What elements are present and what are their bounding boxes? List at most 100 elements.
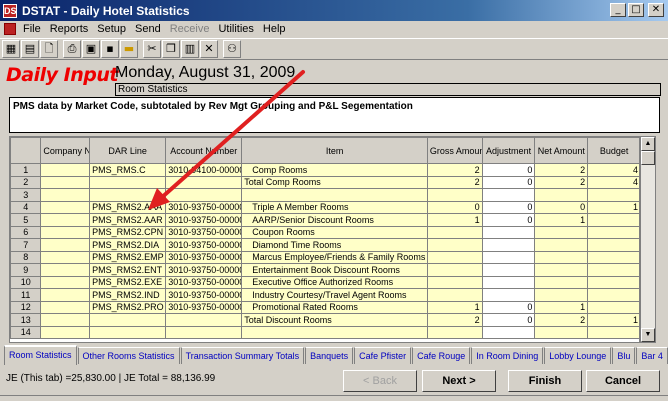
cell-budget[interactable] (587, 188, 639, 202)
cell-net[interactable]: 1 (534, 213, 589, 227)
cell-company[interactable] (40, 250, 91, 264)
tab-lobby-lounge[interactable]: Lobby Lounge (544, 347, 612, 364)
tab-bar-4[interactable]: Bar 4 (636, 347, 668, 364)
menu-file[interactable]: File (20, 23, 47, 35)
cell-dar-line[interactable]: PMS_RMS2.EXE (89, 275, 167, 289)
cell-item[interactable]: Diamond Time Rooms (241, 238, 428, 252)
cell-dar-line[interactable]: PMS_RMS.C (89, 163, 167, 177)
close-button[interactable]: ✕ (648, 3, 664, 17)
cell-company[interactable] (40, 238, 91, 252)
cell-item[interactable]: Triple A Member Rooms (241, 200, 428, 214)
cell-budget[interactable]: 1 (587, 313, 639, 327)
cell-account[interactable] (165, 188, 243, 202)
cell-dar-line[interactable]: PMS_RMS2.EMP (89, 250, 167, 264)
cell-gross[interactable] (426, 250, 483, 264)
cell-adjustment[interactable] (481, 188, 536, 202)
cell-company[interactable] (40, 275, 91, 289)
cell-company[interactable] (40, 325, 91, 339)
cell-company[interactable] (40, 300, 91, 314)
cell-adjustment[interactable]: 0 (481, 175, 536, 189)
cell-budget[interactable] (587, 213, 639, 227)
table-row[interactable]: 12 PMS_RMS2.PRO 3010-93750-00000 Promotiona… (10, 300, 639, 314)
cell-net[interactable]: 2 (534, 175, 589, 189)
cell-item[interactable]: Total Comp Rooms (241, 175, 428, 189)
cell-budget[interactable]: 4 (587, 163, 639, 177)
menu-reports[interactable]: Reports (47, 23, 95, 35)
highlight-icon[interactable]: ▬ (120, 40, 138, 58)
cell-dar-line[interactable] (89, 325, 167, 339)
menu-setup[interactable]: Setup (94, 23, 132, 35)
cell-adjustment[interactable]: 0 (481, 200, 536, 214)
table-row[interactable]: 3 (10, 188, 639, 202)
cell-net[interactable] (534, 263, 589, 277)
finish-button[interactable]: Finish (508, 370, 582, 392)
scissors-icon[interactable]: ✂ (143, 40, 161, 58)
disk-icon[interactable]: ▣ (82, 40, 100, 58)
paste-icon[interactable]: ▥ (181, 40, 199, 58)
table-row[interactable]: 9 PMS_RMS2.ENT 3010-93750-00000 Entertainme… (10, 263, 639, 277)
cell-company[interactable] (40, 188, 91, 202)
column-header-gross[interactable]: Gross Amount (426, 137, 483, 164)
new-document-icon[interactable]: 🗋 (40, 40, 58, 58)
cell-adjustment[interactable]: 0 (481, 313, 536, 327)
menu-utilities[interactable]: Utilities (215, 23, 259, 35)
cell-company[interactable] (40, 225, 91, 239)
cell-adjustment[interactable]: 0 (481, 213, 536, 227)
cell-net[interactable]: 2 (534, 163, 589, 177)
cell-gross[interactable] (426, 263, 483, 277)
cell-item[interactable]: Coupon Rooms (241, 225, 428, 239)
cell-dar-line[interactable]: PMS_RMS2.AAA (89, 200, 167, 214)
cell-budget[interactable] (587, 300, 639, 314)
cell-account[interactable]: 3010-93750-00000 (165, 213, 243, 227)
tab-in-room-dining[interactable]: In Room Dining (471, 347, 544, 364)
menu-help[interactable]: Help (260, 23, 292, 35)
column-header-net[interactable]: Net Amount (534, 137, 589, 164)
column-header-budget[interactable]: Budget (587, 137, 639, 164)
tab-room-statistics[interactable]: Room Statistics (4, 345, 77, 365)
menu-send[interactable]: Send (132, 23, 167, 35)
app-menu-icon[interactable] (4, 23, 16, 35)
cell-item[interactable]: Industry Courtesy/Travel Agent Rooms (241, 288, 428, 302)
grid-icon[interactable]: ▦ (2, 40, 20, 58)
cell-item[interactable]: Entertainment Book Discount Rooms (241, 263, 428, 277)
cell-net[interactable] (534, 325, 589, 339)
save-icon[interactable]: ▪ (101, 40, 119, 58)
tab-banquets[interactable]: Banquets (305, 347, 354, 364)
cell-adjustment[interactable] (481, 238, 536, 252)
column-header-item[interactable]: Item (241, 137, 428, 164)
table-row[interactable]: 10 PMS_RMS2.EXE 3010-93750-00000 Executive … (10, 275, 639, 289)
cell-gross[interactable] (426, 275, 483, 289)
column-header-adjustment[interactable]: Adjustment (481, 137, 536, 164)
tab-other-rooms-statistics[interactable]: Other Rooms Statistics (77, 347, 180, 364)
cell-account[interactable]: 3010-94100-00000 (165, 163, 243, 177)
cell-net[interactable] (534, 238, 589, 252)
cell-budget[interactable] (587, 275, 639, 289)
cell-company[interactable] (40, 313, 91, 327)
cell-budget[interactable] (587, 225, 639, 239)
cell-company[interactable] (40, 213, 91, 227)
copy-icon[interactable]: ❐ (162, 40, 180, 58)
cell-net[interactable]: 1 (534, 300, 589, 314)
scroll-thumb[interactable] (641, 151, 655, 165)
cell-dar-line[interactable]: PMS_RMS2.PRO (89, 300, 167, 314)
table-row[interactable]: 13 Total Discount Rooms 2 0 2 1 (10, 313, 639, 327)
cell-item[interactable]: Comp Rooms (241, 163, 428, 177)
network-icon[interactable]: ⚇ (223, 40, 241, 58)
cell-account[interactable]: 3010-93750-00000 (165, 250, 243, 264)
table-row[interactable]: 1 PMS_RMS.C 3010-94100-00000 Comp Rooms 2 0 2 4 (10, 163, 639, 177)
tab-cafe-rouge[interactable]: Cafe Rouge (412, 347, 471, 364)
cell-net[interactable] (534, 250, 589, 264)
cell-account[interactable]: 3010-93750-00000 (165, 200, 243, 214)
table-row[interactable]: 2 Total Comp Rooms 2 0 2 4 (10, 175, 639, 189)
scroll-up-icon[interactable]: ▲ (641, 137, 655, 151)
scroll-down-icon[interactable]: ▼ (641, 328, 655, 342)
cell-item[interactable] (241, 325, 428, 339)
table-row[interactable]: 14 (10, 325, 639, 339)
cell-item[interactable]: Executive Office Authorized Rooms (241, 275, 428, 289)
cell-net[interactable] (534, 275, 589, 289)
cell-account[interactable]: 3010-93750-00000 (165, 288, 243, 302)
cell-adjustment[interactable]: 0 (481, 300, 536, 314)
cell-item[interactable]: Promotional Rated Rooms (241, 300, 428, 314)
cell-gross[interactable] (426, 238, 483, 252)
cell-net[interactable]: 2 (534, 313, 589, 327)
